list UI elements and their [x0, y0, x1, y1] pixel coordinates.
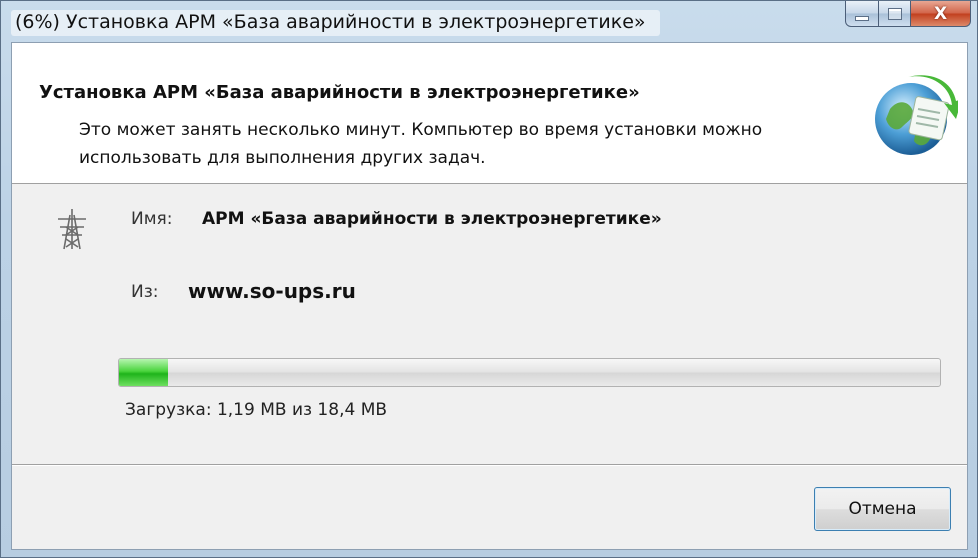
dialog-header: Установка АРМ «База аварийности в электр… [12, 43, 967, 184]
minimize-button[interactable] [845, 1, 879, 27]
cancel-button[interactable]: Отмена [814, 487, 951, 531]
maximize-icon [887, 7, 902, 20]
globe-install-icon [875, 75, 958, 155]
power-tower-icon [58, 209, 86, 250]
download-status-text: Загрузка: 1,19 МВ из 18,4 МВ [125, 400, 388, 420]
minimize-icon [855, 16, 869, 21]
dialog-body: Установка АРМ «База аварийности в электр… [11, 42, 968, 550]
maximize-button[interactable] [879, 1, 911, 27]
window-controls: X [845, 1, 971, 35]
window-title: (6%) Установка АРМ «База аварийности в э… [11, 10, 660, 36]
close-icon: X [933, 3, 948, 24]
from-label: Из: [131, 282, 159, 302]
title-bar[interactable]: (6%) Установка АРМ «База аварийности в э… [1, 1, 977, 41]
footer-divider [12, 464, 967, 465]
from-value: www.so-ups.ru [188, 279, 356, 303]
download-progress-bar [118, 358, 941, 387]
progress-fill [119, 359, 169, 386]
name-label: Имя: [131, 209, 173, 229]
dialog-title: Установка АРМ «База аварийности в электр… [39, 82, 640, 103]
close-button[interactable]: X [911, 1, 971, 27]
dialog-description: Это может занять несколько минут. Компью… [79, 120, 763, 168]
installer-window: (6%) Установка АРМ «База аварийности в э… [0, 0, 978, 558]
name-value: АРМ «База аварийности в электроэнергетик… [202, 209, 662, 229]
